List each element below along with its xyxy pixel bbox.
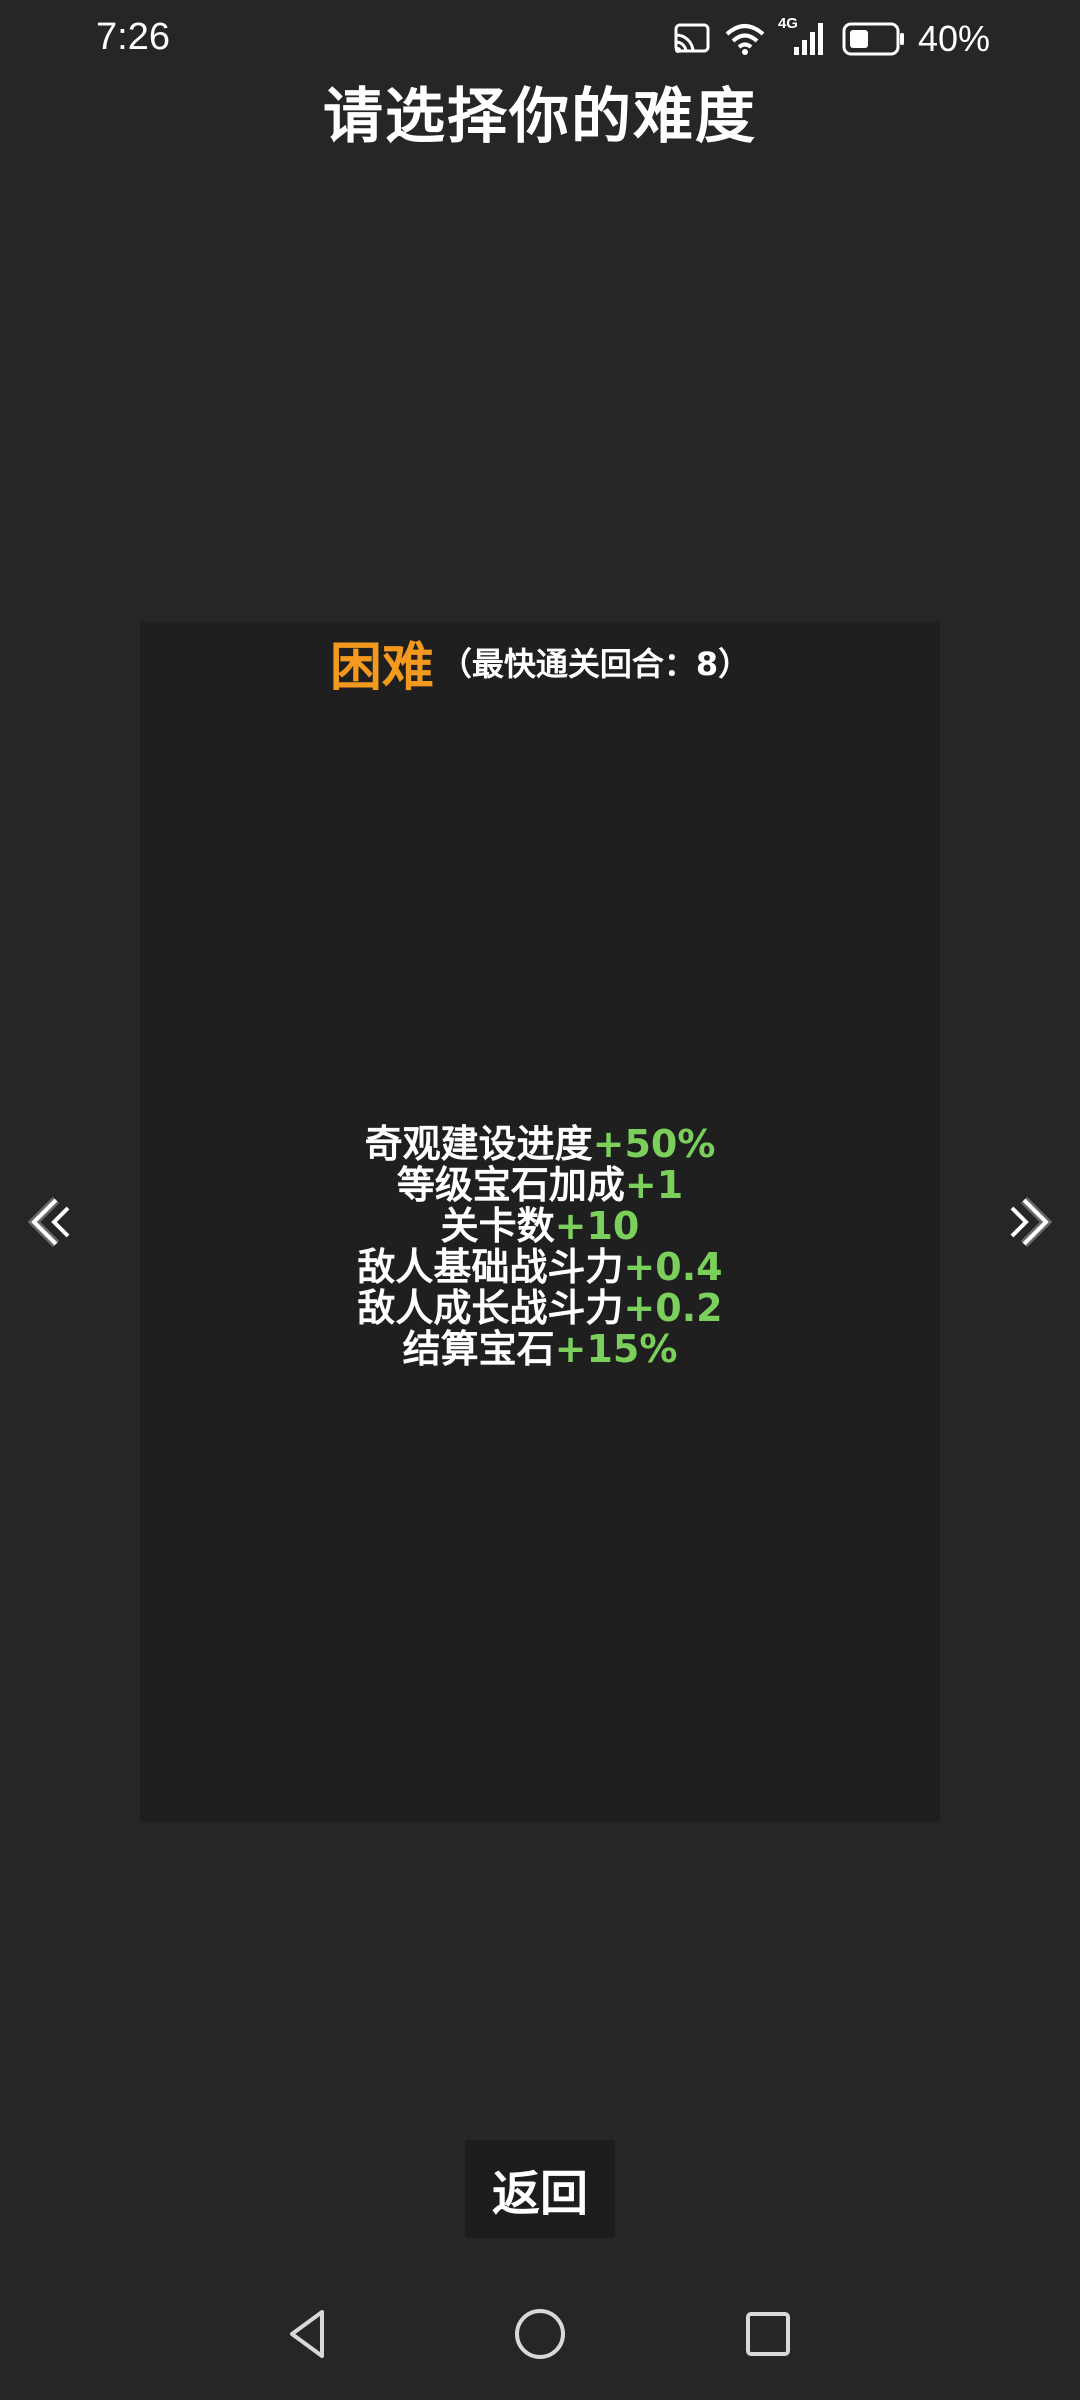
nav-recent-square-icon (746, 2312, 790, 2356)
nav-home-circle-icon (515, 2309, 565, 2359)
nav-back-button[interactable] (278, 2304, 338, 2364)
stat-row: 等级宝石加成+1 (140, 1165, 940, 1206)
stat-row: 敌人基础战斗力+0.4 (140, 1247, 940, 1288)
difficulty-header: 困难 （最快通关回合：8） (140, 622, 940, 702)
cast-icon (674, 23, 710, 53)
stat-label: 奇观建设进度 (364, 1122, 593, 1166)
signal-icon: 4G (778, 15, 830, 59)
stat-value: +1 (624, 1163, 684, 1207)
stat-label: 结算宝石 (402, 1327, 555, 1371)
stat-value: +0.2 (623, 1286, 723, 1330)
chevron-left-icon (27, 1196, 70, 1248)
stat-row: 敌人成长战斗力+0.2 (140, 1288, 940, 1329)
stat-label: 关卡数 (440, 1204, 555, 1248)
stat-label: 敌人成长战斗力 (357, 1286, 624, 1330)
stat-row: 奇观建设进度+50% (140, 1124, 940, 1165)
status-time: 7:26 (96, 16, 170, 58)
wifi-icon (725, 24, 765, 55)
nav-home-button[interactable] (510, 2304, 570, 2364)
next-difficulty-button[interactable] (1006, 1196, 1054, 1248)
stat-value: +0.4 (623, 1245, 723, 1289)
stat-value: +10 (554, 1204, 640, 1248)
battery-icon (842, 22, 904, 56)
nav-recent-button[interactable] (738, 2304, 798, 2364)
stat-label: 敌人基础战斗力 (357, 1245, 624, 1289)
nav-back-triangle-icon (290, 2310, 324, 2358)
back-button[interactable]: 返回 (465, 2140, 615, 2238)
stat-label: 等级宝石加成 (396, 1163, 625, 1207)
stat-row: 结算宝石+15% (140, 1329, 940, 1370)
chevron-right-icon (1010, 1196, 1053, 1248)
difficulty-card: 困难 （最快通关回合：8） 奇观建设进度+50% 等级宝石加成+1 关卡数+10… (140, 622, 940, 1822)
stat-row: 关卡数+10 (140, 1206, 940, 1247)
difficulty-stats: 奇观建设进度+50% 等级宝石加成+1 关卡数+10 敌人基础战斗力+0.4 敌… (140, 1124, 940, 1370)
stat-value: +15% (554, 1327, 678, 1371)
system-nav-bar (0, 2290, 1080, 2380)
fastest-clear-hint: （最快通关回合：8） (439, 645, 751, 683)
difficulty-name: 困难 (329, 637, 434, 698)
stat-value: +50% (592, 1122, 716, 1166)
battery-percent: 40% (917, 18, 990, 59)
prev-difficulty-button[interactable] (26, 1196, 74, 1248)
status-icons: 4G 40% (672, 15, 990, 60)
page-title: 请选择你的难度 (323, 82, 757, 152)
